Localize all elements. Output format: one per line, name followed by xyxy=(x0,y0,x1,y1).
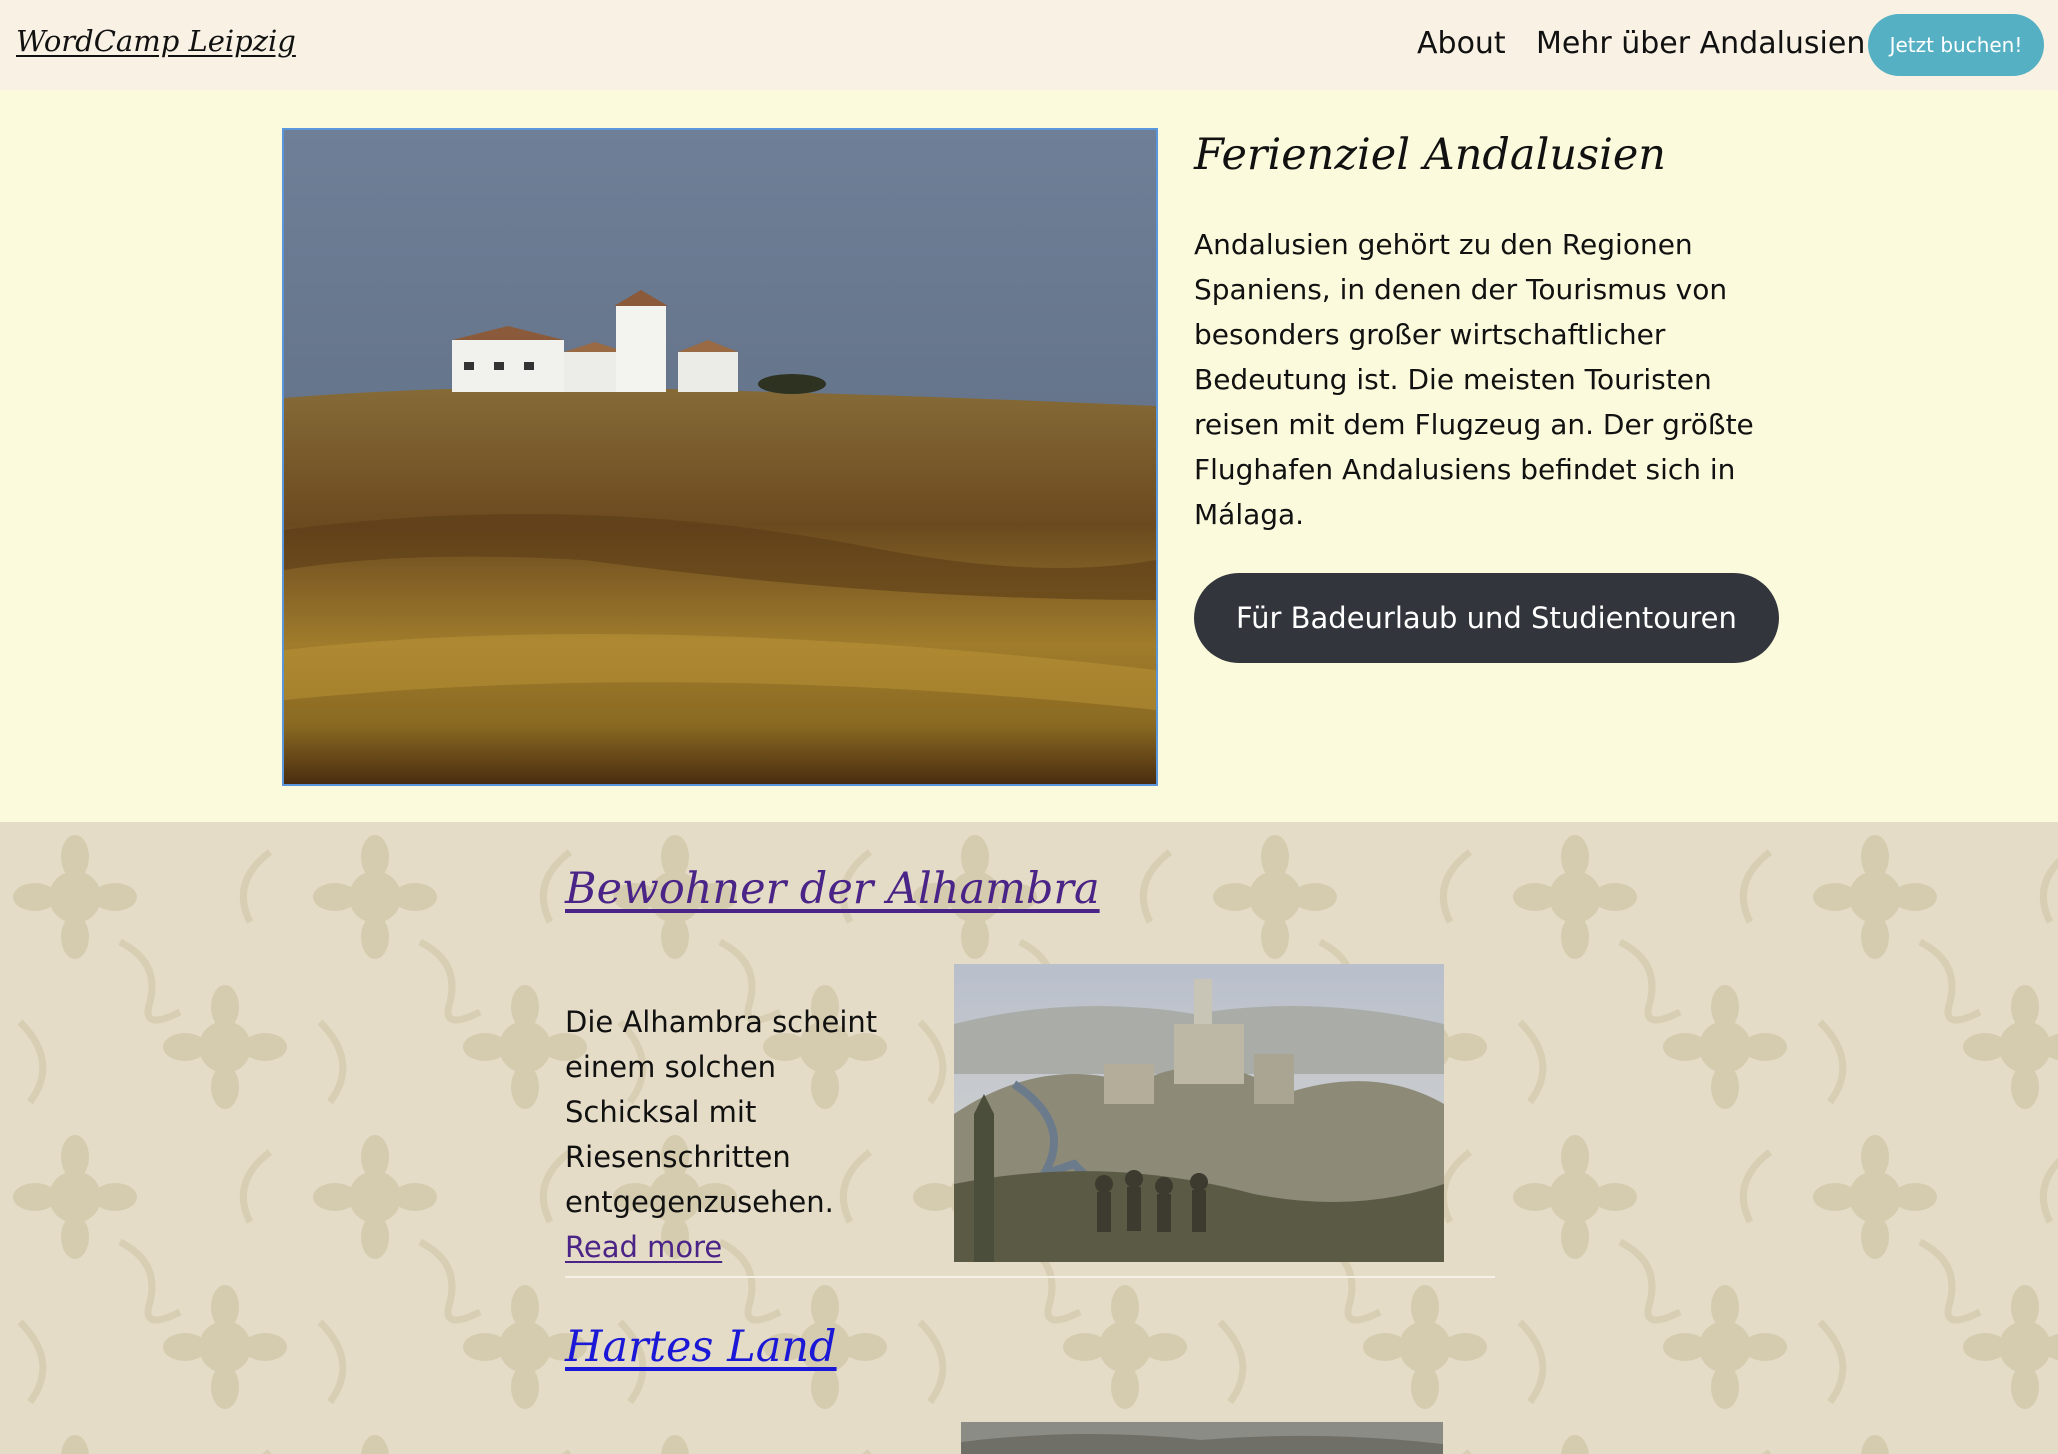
posts-section: Bewohner der Alhambra Die Alhambra schei… xyxy=(0,822,2058,1454)
post-excerpt: Die Alhambra scheint einem solchen Schic… xyxy=(565,1000,905,1270)
hero-landscape-image xyxy=(282,128,1158,786)
post-divider xyxy=(565,1276,1495,1278)
hero-text-block: Ferienziel Andalusien Andalusien gehört … xyxy=(1194,130,1794,663)
hero-section: Ferienziel Andalusien Andalusien gehört … xyxy=(0,90,2058,822)
post-title-link[interactable]: Bewohner der Alhambra xyxy=(565,864,1100,914)
post-excerpt-text: Die Alhambra scheint einem solchen Schic… xyxy=(565,1005,878,1219)
post-title-link-2[interactable]: Hartes Land xyxy=(565,1322,837,1372)
alhambra-engraving-image[interactable] xyxy=(954,964,1444,1262)
hero-body: Andalusien gehört zu den Regionen Spanie… xyxy=(1194,227,1754,531)
nav-mehr-andalusien-link[interactable]: Mehr über Andalusien xyxy=(1536,26,1865,61)
read-more-link[interactable]: Read more xyxy=(565,1230,722,1264)
book-now-button[interactable]: Jetzt buchen! xyxy=(1868,14,2044,76)
site-header: WordCamp Leipzig About Mehr über Andalus… xyxy=(0,0,2058,90)
hero-title: Ferienziel Andalusien xyxy=(1194,130,1666,180)
hartes-land-image[interactable] xyxy=(961,1422,1443,1454)
nav-about-link[interactable]: About xyxy=(1417,26,1506,61)
site-title-link[interactable]: WordCamp Leipzig xyxy=(16,24,296,58)
cta-badeurlaub-button[interactable]: Für Badeurlaub und Studientouren xyxy=(1194,572,1779,663)
